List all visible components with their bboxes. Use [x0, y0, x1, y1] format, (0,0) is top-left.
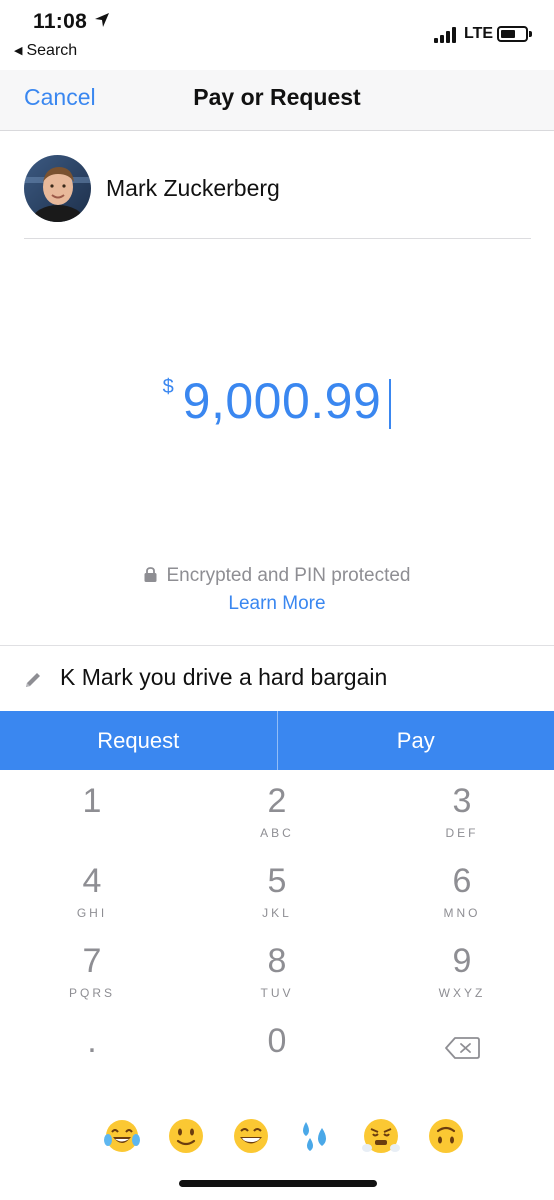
recipient-name: Mark Zuckerberg: [106, 175, 280, 201]
recipient-row[interactable]: Mark Zuckerberg: [24, 155, 531, 239]
pay-button[interactable]: Pay: [276, 711, 554, 770]
key-6[interactable]: 6 MNO: [370, 850, 554, 930]
back-app-label: Search: [26, 42, 78, 59]
battery-icon: [497, 26, 532, 42]
key-0[interactable]: 0: [185, 1010, 369, 1090]
backspace-key[interactable]: [370, 1010, 554, 1090]
tears-of-joy-emoji-icon[interactable]: [102, 1116, 142, 1156]
status-time: 11:08: [33, 10, 88, 33]
security-text: Encrypted and PIN protected: [166, 565, 411, 586]
avatar: [24, 155, 91, 222]
key-2[interactable]: 2 ABC: [185, 770, 369, 850]
quick-emoji-row: [0, 1116, 554, 1162]
amount-field[interactable]: $ 9,000.99: [163, 372, 392, 430]
key-3[interactable]: 3 DEF: [370, 770, 554, 850]
sweat-droplets-emoji-icon[interactable]: [296, 1116, 336, 1156]
amount-display[interactable]: $ 9,000.99: [0, 372, 554, 430]
key-1[interactable]: 1: [0, 770, 184, 850]
security-notice: Encrypted and PIN protected: [0, 565, 554, 587]
status-bar: 11:08 ◀ Search LTE: [0, 0, 554, 70]
key-4[interactable]: 4 GHI: [0, 850, 184, 930]
key-7[interactable]: 7 PQRS: [0, 930, 184, 1010]
amount-value: 9,000.99: [182, 373, 382, 429]
slightly-smiling-emoji-icon[interactable]: [166, 1116, 206, 1156]
note-text[interactable]: K Mark you drive a hard bargain: [60, 664, 387, 691]
upside-down-emoji-icon[interactable]: [426, 1116, 466, 1156]
learn-more-link[interactable]: Learn More: [0, 593, 554, 615]
back-to-app-link[interactable]: ◀ Search: [14, 42, 77, 60]
key-9[interactable]: 9 WXYZ: [370, 930, 554, 1010]
pencil-icon: [26, 673, 40, 687]
home-indicator[interactable]: [179, 1180, 377, 1187]
grinning-squinting-emoji-icon[interactable]: [231, 1116, 271, 1156]
text-cursor: [389, 379, 392, 429]
key-decimal[interactable]: .: [0, 1010, 184, 1090]
currency-symbol: $: [162, 376, 175, 398]
cellular-signal-icon: [434, 27, 456, 43]
triumph-emoji-icon[interactable]: [361, 1116, 401, 1156]
back-triangle-icon: ◀: [14, 45, 23, 57]
backspace-icon: [445, 1037, 480, 1059]
page-title: Pay or Request: [193, 84, 361, 110]
key-5[interactable]: 5 JKL: [185, 850, 369, 930]
network-type: LTE: [464, 25, 494, 42]
note-field[interactable]: K Mark you drive a hard bargain: [0, 645, 554, 711]
request-button[interactable]: Request: [0, 711, 277, 770]
numeric-keypad: 1 2 ABC 3 DEF 4 GHI 5 JKL 6 MNO 7 PQRS 8…: [0, 770, 554, 1090]
navigation-bar: Cancel Pay or Request: [0, 70, 554, 131]
action-bar: Request Pay: [0, 711, 554, 770]
location-arrow-icon: [95, 13, 109, 27]
lock-icon: [144, 567, 156, 582]
key-8[interactable]: 8 TUV: [185, 930, 369, 1010]
